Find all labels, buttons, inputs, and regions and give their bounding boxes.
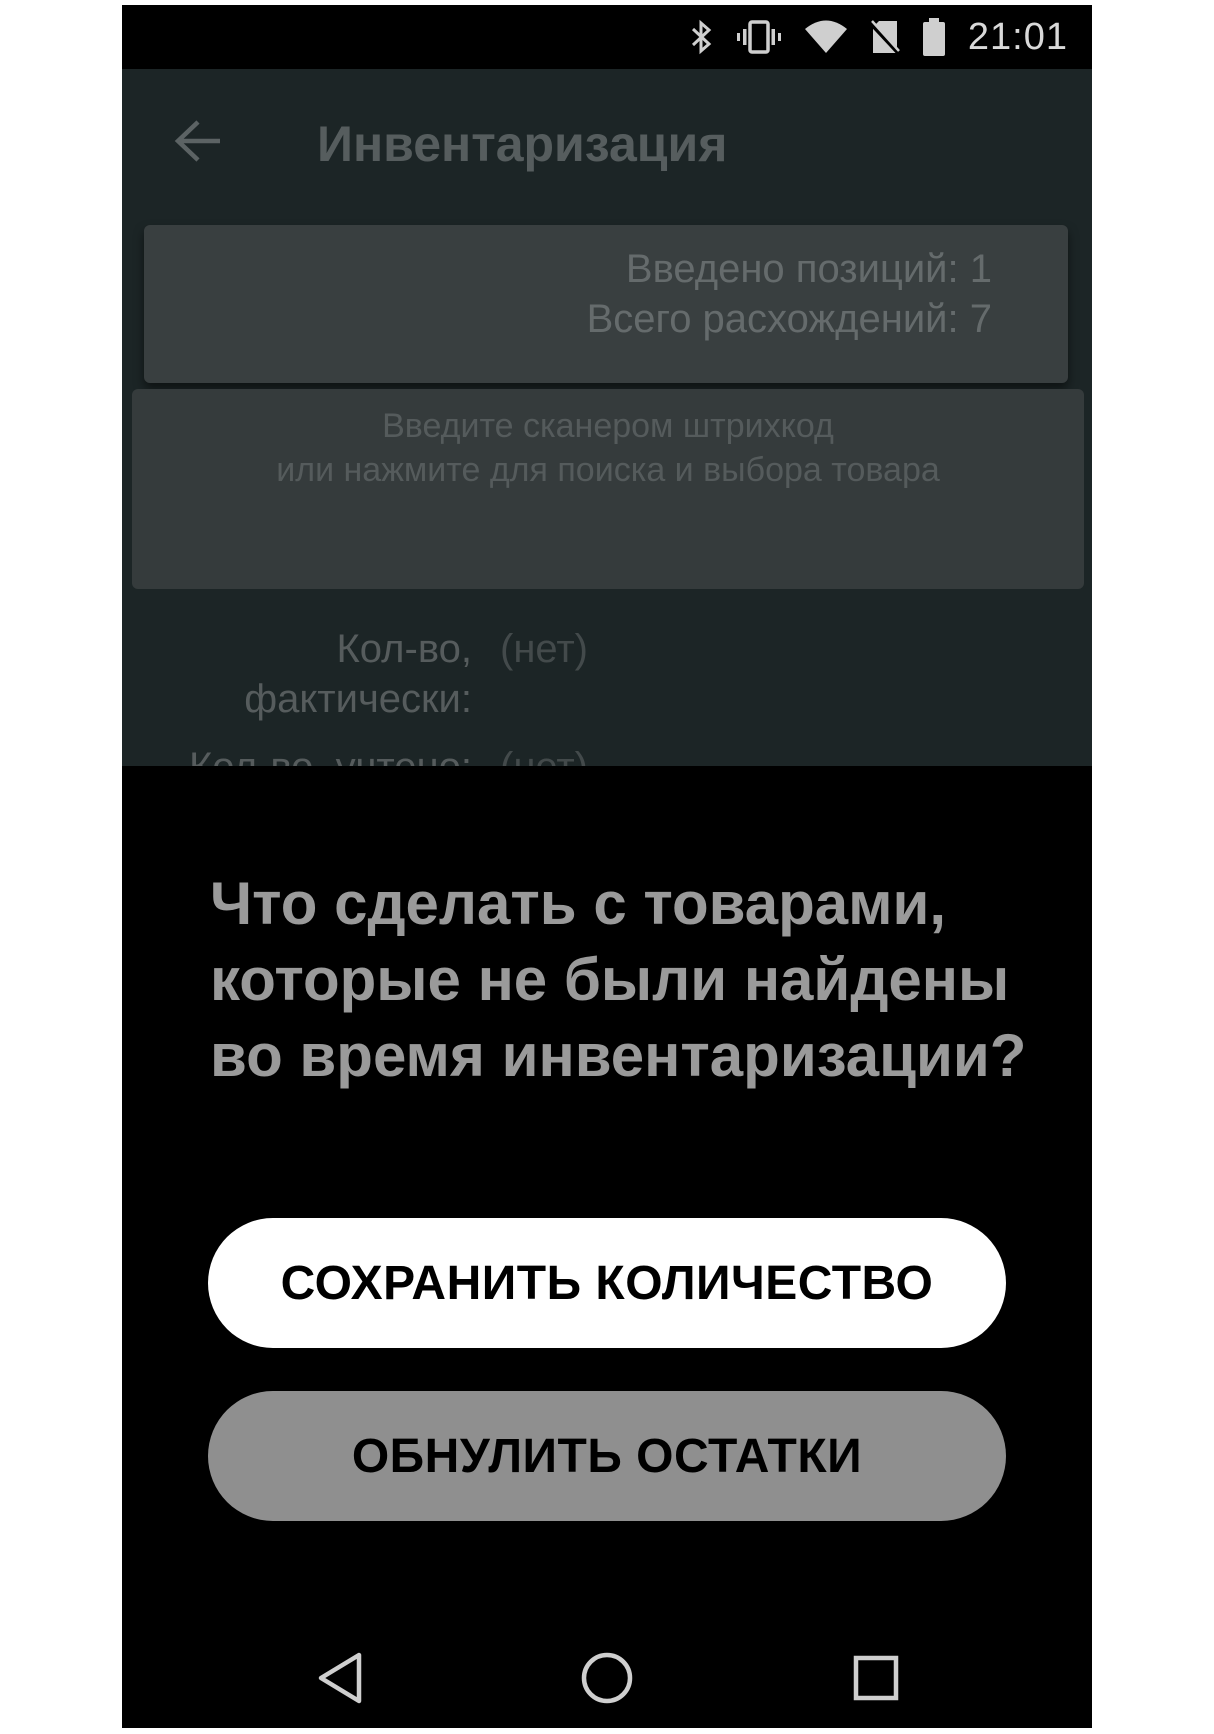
arrow-left-icon xyxy=(174,120,220,162)
bluetooth-icon xyxy=(690,19,714,55)
entered-positions: Введено позиций: 1 xyxy=(625,247,992,291)
no-sim-icon xyxy=(869,19,900,55)
accounted-qty-label: Кол-во, учтено: xyxy=(189,745,472,766)
nav-recents-icon xyxy=(853,1655,899,1701)
search-hint-line2: или нажмите для поиска и выбора товара xyxy=(276,451,940,489)
app-toolbar: Инвентаризация xyxy=(122,69,1092,221)
unfound-items-dialog: Что сделать с товарами, которые не были … xyxy=(122,766,1092,1626)
nav-home-button[interactable] xyxy=(575,1646,639,1710)
barcode-search-box[interactable]: Введите сканером штрихкод или нажмите дл… xyxy=(132,389,1084,589)
reset-stock-button[interactable]: ОБНУЛИТЬ ОСТАТКИ xyxy=(208,1391,1006,1521)
page-title: Инвентаризация xyxy=(317,116,728,172)
actual-qty-label-line2: фактически: xyxy=(244,677,472,721)
status-bar: 21:01 xyxy=(122,5,1092,69)
nav-recents-button[interactable] xyxy=(844,1646,908,1710)
search-hint-line1: Введите сканером штрихкод xyxy=(382,407,834,445)
nav-back-icon xyxy=(318,1652,362,1704)
nav-home-icon xyxy=(581,1652,633,1704)
inventory-screen: Инвентаризация Введено позиций: 1 Всего … xyxy=(122,69,1092,766)
wifi-icon xyxy=(804,20,848,54)
stats-card: Введено позиций: 1 Всего расхождений: 7 xyxy=(144,225,1068,383)
actual-qty-value: (нет) xyxy=(500,627,588,671)
save-quantity-button[interactable]: СОХРАНИТЬ КОЛИЧЕСТВО xyxy=(208,1218,1006,1348)
back-button[interactable] xyxy=(170,113,226,169)
actual-qty-label: Кол-во, xyxy=(336,627,473,671)
system-nav-bar xyxy=(122,1626,1092,1728)
phone-screen: 21:01 Инвентаризация Введено позиций: 1 … xyxy=(122,5,1092,1728)
dialog-title: Что сделать с товарами, которые не были … xyxy=(210,870,1027,1089)
status-icons: 21:01 xyxy=(690,5,1068,69)
total-discrepancies: Всего расхождений: 7 xyxy=(586,297,992,341)
vibrate-icon xyxy=(736,19,782,55)
accounted-qty-value: (нет) xyxy=(500,745,588,766)
nav-back-button[interactable] xyxy=(308,1646,372,1710)
status-clock: 21:01 xyxy=(967,15,1068,58)
battery-icon xyxy=(922,18,946,56)
